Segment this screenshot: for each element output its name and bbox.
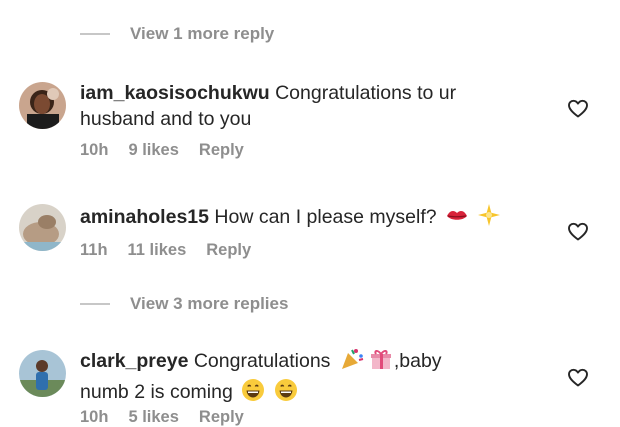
view-more-replies-label: View 3 more replies [130,294,289,313]
comment-like-count[interactable]: 11 likes [128,241,187,260]
comment-username[interactable]: iam_kaosisochukwu [80,82,270,104]
kiss-mark-icon [445,205,469,234]
comment-text: numb 2 is coming [80,381,233,403]
heart-icon[interactable] [566,219,590,243]
grinning-face-icon [241,378,265,409]
avatar[interactable] [19,350,66,397]
reply-button[interactable]: Reply [206,241,251,260]
comment-text: husband and to you [80,108,252,130]
reply-button[interactable]: Reply [199,141,244,160]
view-more-replies-label: View 1 more reply [130,24,275,43]
comment-text: Congratulations [193,350,331,372]
comment-like-count[interactable]: 5 likes [128,408,178,427]
comment-username[interactable]: aminaholes15 [80,206,209,228]
view-more-replies-button[interactable]: View 3 more replies [80,294,288,314]
heart-icon[interactable] [566,96,590,120]
avatar[interactable] [19,204,66,251]
avatar[interactable] [19,82,66,129]
comment-like-count[interactable]: 9 likes [128,141,178,160]
divider-line [80,303,110,305]
comment-timestamp: 10h [80,141,109,159]
sparkle-star-icon [477,203,501,234]
comment-username[interactable]: clark_preye [80,350,188,372]
reply-button[interactable]: Reply [199,408,244,427]
party-popper-icon [339,347,365,378]
heart-icon[interactable] [566,365,590,389]
comment-body: clark_preye Congratulations ,baby numb 2… [80,347,530,409]
divider-line [80,33,110,35]
comment-meta: 11h 11 likes Reply [80,241,271,260]
comment-text: Congratulations to ur [275,82,457,104]
comment-meta: 10h 5 likes Reply [80,408,264,427]
comment-text: ,baby [393,350,442,372]
comment-body: iam_kaosisochukwu Congratulations to ur … [80,80,530,132]
comment-timestamp: 10h [80,408,109,426]
gift-icon [368,347,394,378]
view-more-replies-button[interactable]: View 1 more reply [80,24,274,44]
grinning-face-icon [274,378,298,409]
comment-text: How can I please myself? [214,206,437,228]
comment-body: aminaholes15 How can I please myself? [80,203,530,234]
comment-timestamp: 11h [80,241,108,259]
comment-meta: 10h 9 likes Reply [80,141,264,160]
